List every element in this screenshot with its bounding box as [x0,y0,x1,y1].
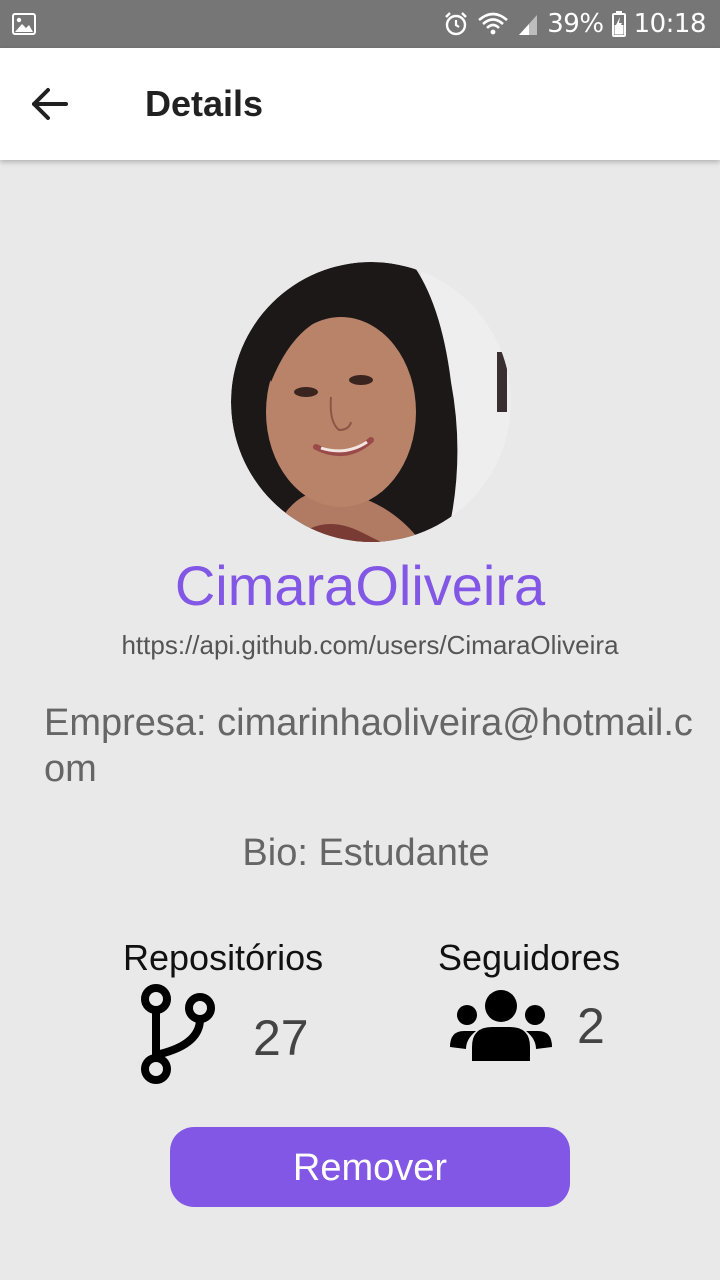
signal-icon [519,15,538,35]
alarm-icon [445,12,468,36]
avatar [231,262,511,542]
wifi-icon [478,12,509,35]
clock: 10:18 [633,9,707,39]
followers-label: Seguidores [438,937,621,978]
app-bar: Details [0,48,720,160]
status-bar: 39% 10:18 [0,0,720,48]
avatar-image [231,262,511,542]
repos-label: Repositórios [123,937,324,978]
company-text: Empresa: cimarinhaoliveira@hotmail.com [44,702,693,790]
bio-text: Bio: Estudante [242,832,490,874]
battery-icon [611,11,626,37]
username: CimaraOliveira [174,554,546,617]
profile-url: https://api.github.com/users/CimaraOlive… [121,630,619,660]
gallery-notification-icon [12,13,36,35]
followers-count: 2 [577,998,605,1054]
repos-count: 27 [253,1010,309,1066]
git-branch-icon [141,984,215,1084]
back-arrow-icon[interactable] [24,82,80,126]
page-title: Details [145,83,264,124]
users-icon [450,990,552,1061]
battery-percent: 39% [547,9,604,39]
remove-button[interactable]: Remover [170,1127,570,1207]
